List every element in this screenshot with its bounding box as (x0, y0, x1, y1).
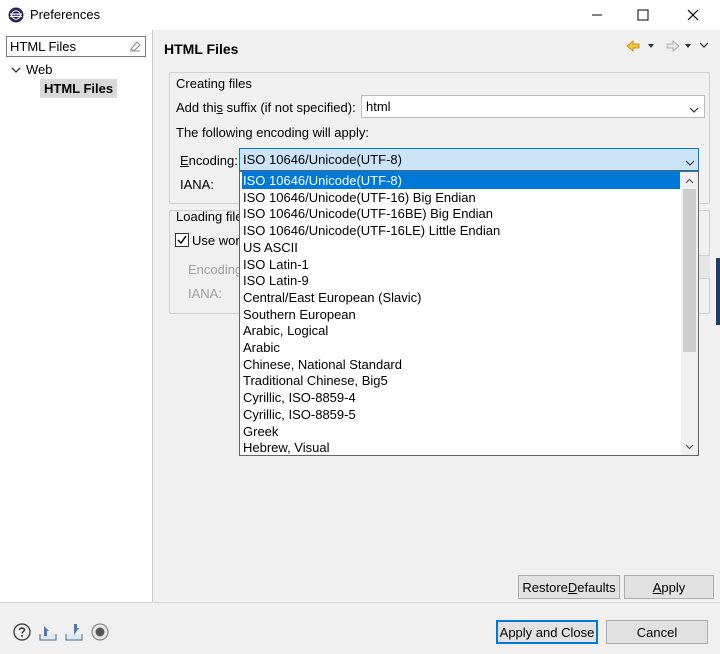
scroll-up-icon[interactable] (681, 172, 698, 189)
suffix-value: html (366, 99, 391, 114)
chevron-down-icon[interactable] (689, 102, 699, 113)
maximize-button[interactable] (620, 0, 666, 30)
iana-label: IANA: (180, 177, 214, 192)
help-icon[interactable] (12, 622, 32, 642)
eclipse-icon (8, 7, 24, 23)
loading-files-legend: Loading file (176, 209, 243, 224)
encoding-option[interactable]: ISO 10646/Unicode(UTF-8) (242, 172, 680, 189)
view-menu-icon[interactable] (699, 42, 709, 48)
encoding-option[interactable]: ISO Latin-9 (242, 272, 680, 289)
page-title: HTML Files (164, 41, 239, 57)
encoding-option[interactable]: Cyrillic, ISO-8859-5 (242, 406, 680, 423)
tree-item-web[interactable]: Web (26, 62, 53, 77)
encoding-value: ISO 10646/Unicode(UTF-8) (243, 152, 402, 167)
encoding-option[interactable]: Southern European (242, 306, 680, 323)
encoding-dropdown-list[interactable]: ISO 10646/Unicode(UTF-8) ISO 10646/Unicod… (239, 171, 699, 456)
window-title: Preferences (30, 7, 101, 22)
encoding-option[interactable]: Arabic, Logical (242, 322, 680, 339)
forward-arrow-icon[interactable] (666, 40, 680, 52)
chevron-down-icon[interactable] (685, 155, 695, 166)
history-navigation (624, 37, 714, 55)
back-arrow-icon[interactable] (626, 40, 640, 52)
creating-files-legend: Creating files (176, 76, 252, 91)
forward-dropdown-icon[interactable] (685, 44, 691, 48)
following-encoding-label: The following encoding will apply: (176, 125, 369, 140)
apply-button[interactable]: Apply (624, 575, 714, 599)
encoding-option[interactable]: ISO 10646/Unicode(UTF-16LE) Little Endia… (242, 222, 680, 239)
use-workspace-encoding-checkbox[interactable] (175, 233, 189, 247)
import-icon[interactable] (38, 622, 58, 642)
minimize-button[interactable] (574, 0, 620, 30)
encoding-option[interactable]: Arabic (242, 339, 680, 356)
encoding-option[interactable]: Central/East European (Slavic) (242, 289, 680, 306)
suffix-label: Add this suffix (if not specified): (176, 100, 356, 115)
window-edge (716, 258, 720, 325)
encoding-label: Encoding: (180, 153, 238, 168)
encoding-option[interactable]: Greek (242, 423, 680, 440)
scrollbar-thumb[interactable] (683, 189, 696, 352)
encoding-option[interactable]: ISO Latin-1 (242, 256, 680, 273)
preference-tree-pane (0, 30, 153, 602)
encoding-option[interactable]: Chinese, National Standard (242, 356, 680, 373)
encoding-option[interactable]: Hebrew, Visual (242, 439, 680, 455)
checkmark-icon (177, 235, 187, 245)
encoding-option[interactable]: ISO 10646/Unicode(UTF-16) Big Endian (242, 189, 680, 206)
minimize-icon (592, 14, 602, 16)
apply-and-close-button[interactable]: Apply and Close (496, 620, 598, 644)
encoding-option[interactable]: Traditional Chinese, Big5 (242, 372, 680, 389)
scroll-down-icon[interactable] (681, 438, 698, 455)
encoding-option[interactable]: ISO 10646/Unicode(UTF-16BE) Big Endian (242, 205, 680, 222)
record-icon[interactable] (90, 622, 110, 642)
restore-defaults-button[interactable]: Restore Defaults (518, 575, 620, 599)
close-icon (687, 9, 699, 21)
loading-encoding-label: Encoding (188, 262, 243, 277)
loading-iana-label: IANA: (188, 286, 222, 301)
encoding-select[interactable]: ISO 10646/Unicode(UTF-8) (239, 148, 699, 171)
export-icon[interactable] (64, 622, 84, 642)
filter-input[interactable] (6, 36, 146, 57)
cancel-button[interactable]: Cancel (606, 620, 708, 644)
clear-filter-icon[interactable] (128, 39, 142, 53)
close-button[interactable] (670, 0, 716, 30)
dropdown-scrollbar[interactable] (681, 172, 698, 455)
suffix-select[interactable]: html (361, 95, 705, 118)
maximize-icon (637, 9, 649, 21)
tree-item-html-files[interactable]: HTML Files (40, 79, 118, 98)
expand-chevron-icon[interactable] (10, 64, 22, 76)
encoding-option[interactable]: US ASCII (242, 239, 680, 256)
back-dropdown-icon[interactable] (648, 44, 654, 48)
use-workspace-encoding-label: Use wor (192, 233, 240, 248)
encoding-option[interactable]: Cyrillic, ISO-8859-4 (242, 389, 680, 406)
bottom-separator (0, 602, 720, 603)
